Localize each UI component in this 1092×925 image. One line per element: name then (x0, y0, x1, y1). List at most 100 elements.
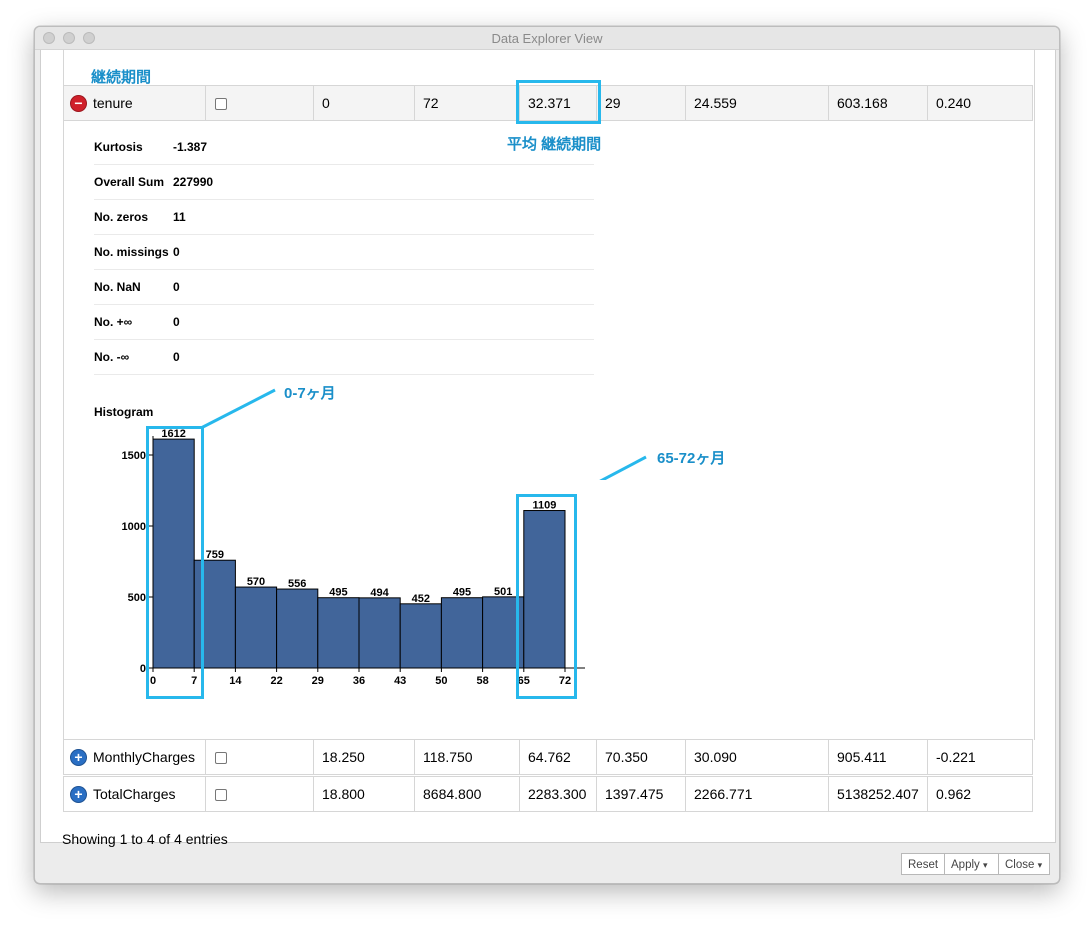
median-cell: 70.350 (596, 740, 685, 774)
min-cell: 18.250 (313, 740, 414, 774)
annotation-section-label: 継続期間 (91, 69, 152, 86)
variance-cell: 5138252.407 (828, 777, 927, 811)
select-checkbox[interactable] (215, 98, 227, 110)
column-name: tenure (93, 95, 133, 111)
column-name-cell: + MonthlyCharges (64, 740, 205, 774)
detail-value: 0 (173, 315, 180, 329)
detail-label: No. +∞ (94, 315, 133, 329)
column-name: TotalCharges (93, 786, 176, 802)
column-name: MonthlyCharges (93, 749, 195, 765)
caret-down-icon: ▾ (1037, 860, 1043, 870)
detail-value: 0 (173, 280, 180, 294)
x-tick-label: 29 (312, 675, 324, 687)
y-tick-label: 1000 (122, 521, 146, 533)
annotation-range-low: 0-7ヶ月 (284, 385, 336, 402)
variance-cell: 905.411 (828, 740, 927, 774)
skewness-cell: 0.962 (927, 777, 1032, 811)
x-tick-label: 43 (394, 675, 406, 687)
variance-cell: 603.168 (828, 86, 927, 120)
expand-icon[interactable]: + (70, 749, 87, 766)
histogram-label: Histogram (94, 405, 154, 419)
close-button-label: Close (1005, 859, 1035, 871)
x-tick-label: 58 (476, 675, 488, 687)
histogram-bar (317, 597, 360, 669)
x-tick-label: 22 (270, 675, 282, 687)
bar-value-label: 570 (247, 576, 265, 588)
histogram-bar (276, 588, 319, 669)
detail-row-nan: No. NaN 0 (94, 269, 594, 305)
std-dev-cell: 2266.771 (685, 777, 828, 811)
std-dev-cell: 30.090 (685, 740, 828, 774)
select-checkbox[interactable] (215, 789, 227, 801)
reset-button-label: Reset (908, 859, 939, 871)
content-area: 継続期間 − tenure 0 72 32.371 29 24.559 603.… (40, 50, 1056, 847)
annotation-range-high: 65-72ヶ月 (657, 450, 726, 467)
x-tick-label: 14 (229, 675, 242, 687)
detail-row-neg-inf: No. -∞ 0 (94, 339, 594, 375)
checkbox-cell (205, 777, 313, 811)
detail-label: No. zeros (94, 210, 149, 224)
entries-status: Showing 1 to 4 of 4 entries (62, 831, 228, 847)
detail-label: No. -∞ (94, 350, 130, 364)
collapse-icon[interactable]: − (70, 95, 87, 112)
checkbox-cell (205, 86, 313, 120)
mean-highlight-box (516, 80, 601, 124)
detail-row-overall-sum: Overall Sum 227990 (94, 164, 594, 200)
detail-value: 0 (173, 245, 180, 259)
bar-value-label: 494 (370, 587, 389, 599)
title-bar[interactable]: Data Explorer View (35, 27, 1059, 50)
histogram-bar (234, 586, 278, 669)
detail-label: Overall Sum (94, 175, 165, 189)
table-row-monthlycharges[interactable]: + MonthlyCharges 18.250 118.750 64.762 7… (63, 739, 1033, 775)
bar-value-label: 495 (453, 587, 471, 599)
histogram-bar (358, 597, 401, 669)
column-name-cell: + TotalCharges (64, 777, 205, 811)
histogram-bar (399, 603, 442, 669)
x-tick-label: 50 (435, 675, 447, 687)
bar-value-label: 759 (206, 549, 224, 561)
x-tick-label: 36 (353, 675, 365, 687)
checkbox-cell (205, 740, 313, 774)
apply-button-label: Apply (951, 859, 980, 871)
min-cell: 18.800 (313, 777, 414, 811)
mean-cell: 64.762 (519, 740, 596, 774)
detail-value: -1.387 (173, 140, 208, 154)
apply-button[interactable]: Apply ▾ (944, 853, 999, 875)
column-name-cell: − tenure (64, 86, 205, 120)
skewness-cell: 0.240 (927, 86, 1032, 120)
y-tick-label: 1500 (122, 450, 146, 462)
bar-value-label: 501 (494, 586, 512, 598)
window-title: Data Explorer View (491, 31, 603, 46)
callout-line-high (599, 455, 647, 480)
detail-row-kurtosis: Kurtosis -1.387 (94, 129, 594, 165)
detail-label: Kurtosis (94, 140, 143, 154)
range-high-highlight-box (516, 494, 577, 699)
detail-row-missings: No. missings 0 (94, 234, 594, 270)
std-dev-cell: 24.559 (685, 86, 828, 120)
skewness-cell: -0.221 (927, 740, 1032, 774)
caret-down-icon: ▾ (982, 860, 988, 870)
min-cell: 0 (313, 86, 414, 120)
detail-row-pos-inf: No. +∞ 0 (94, 304, 594, 340)
close-button[interactable]: Close ▾ (998, 853, 1050, 875)
bar-value-label: 495 (329, 587, 347, 599)
max-cell: 72 (414, 86, 519, 120)
detail-label: No. NaN (94, 280, 141, 294)
median-cell: 29 (596, 86, 685, 120)
callout-line-low (200, 388, 276, 430)
y-tick-label: 500 (128, 592, 146, 604)
detail-row-zeros: No. zeros 11 (94, 199, 594, 235)
max-cell: 8684.800 (414, 777, 519, 811)
select-checkbox[interactable] (215, 752, 227, 764)
expand-icon[interactable]: + (70, 786, 87, 803)
bar-value-label: 556 (288, 578, 306, 590)
histogram-bar (440, 597, 484, 669)
callout-lines (200, 388, 647, 480)
table-row-totalcharges[interactable]: + TotalCharges 18.800 8684.800 2283.300 … (63, 776, 1033, 812)
detail-label: No. missings (94, 245, 169, 259)
detail-value: 0 (173, 350, 180, 364)
detail-value: 11 (173, 210, 186, 224)
data-explorer-window: Data Explorer View 継続期間 − tenure 0 72 32… (34, 26, 1060, 884)
reset-button[interactable]: Reset (901, 853, 945, 875)
bar-value-label: 452 (412, 593, 430, 605)
